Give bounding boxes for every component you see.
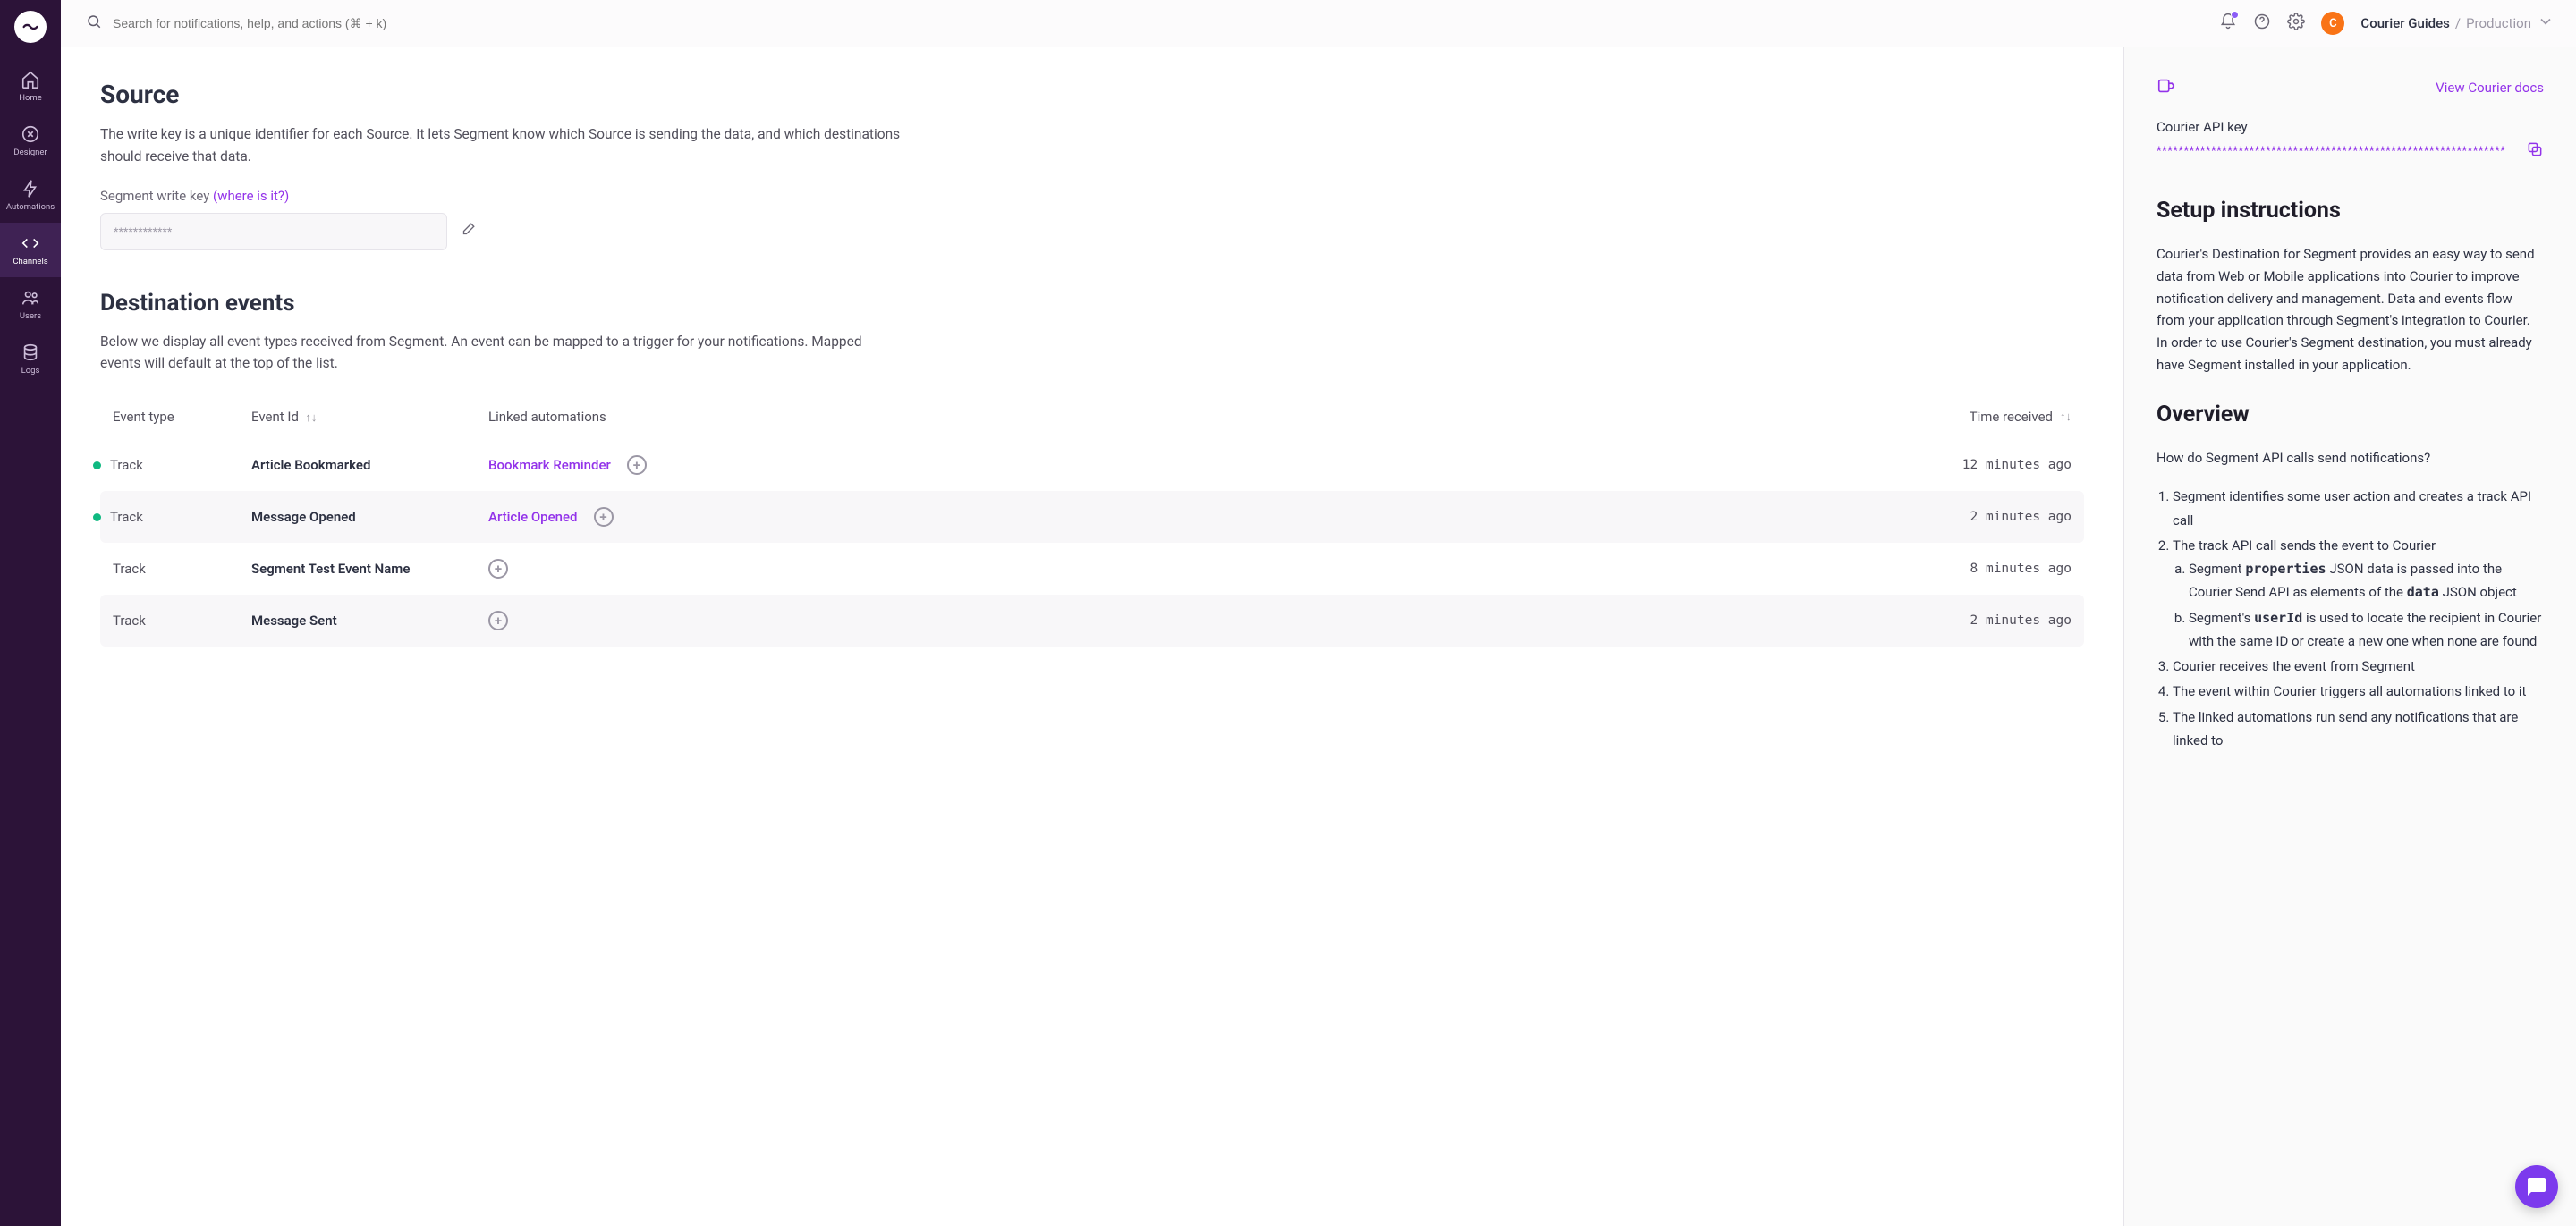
main-content: Source The write key is a unique identif… bbox=[61, 47, 2123, 1226]
intercom-launcher[interactable] bbox=[2515, 1165, 2558, 1208]
source-heading: Source bbox=[100, 80, 2084, 109]
table-row[interactable]: TrackSegment Test Event Name+8 minutes a… bbox=[100, 543, 2084, 595]
sidebar-item-label: Logs bbox=[21, 366, 40, 376]
cell-event-id: Article Bookmarked bbox=[251, 457, 488, 473]
sidebar-item-label: Users bbox=[20, 311, 41, 321]
add-automation-button[interactable]: + bbox=[488, 611, 508, 630]
view-docs-link[interactable]: View Courier docs bbox=[2436, 80, 2544, 96]
setup-description: Courier's Destination for Segment provid… bbox=[2157, 243, 2544, 376]
sort-icon: ↑↓ bbox=[305, 411, 317, 425]
sidebar-item-automations[interactable]: Automations bbox=[0, 168, 61, 223]
sidebar: Home Designer Automations Channels Users… bbox=[0, 0, 61, 1226]
sidebar-item-label: Channels bbox=[13, 257, 47, 266]
table-header: Event type Event Id ↑↓ Linked automation… bbox=[100, 394, 2084, 439]
col-time-received[interactable]: Time received↑↓ bbox=[1902, 409, 2072, 425]
write-key-label: Segment write key (where is it?) bbox=[100, 188, 2084, 204]
table-row[interactable]: TrackArticle BookmarkedBookmark Reminder… bbox=[100, 439, 2084, 491]
workspace-sep: / bbox=[2455, 15, 2461, 31]
cell-linked: Article Opened + bbox=[488, 507, 1902, 527]
cell-linked: + bbox=[488, 559, 1902, 579]
step-subitem: Segment's userId is used to locate the r… bbox=[2189, 606, 2544, 654]
table-row[interactable]: TrackMessage OpenedArticle Opened +2 minu… bbox=[100, 491, 2084, 543]
overview-heading: Overview bbox=[2157, 402, 2544, 427]
chevron-down-icon bbox=[2537, 13, 2555, 34]
events-heading: Destination events bbox=[100, 290, 2084, 317]
cell-linked: Bookmark Reminder + bbox=[488, 455, 1902, 475]
sidebar-item-channels[interactable]: Channels bbox=[0, 223, 61, 277]
integration-icon bbox=[2157, 76, 2176, 99]
linked-automation-link[interactable]: Article Opened bbox=[488, 509, 578, 525]
add-automation-button[interactable]: + bbox=[594, 507, 614, 527]
add-automation-button[interactable]: + bbox=[488, 559, 508, 579]
cell-time: 12 minutes ago bbox=[1902, 458, 2072, 472]
api-key-value: ****************************************… bbox=[2157, 145, 2513, 158]
cell-time: 2 minutes ago bbox=[1902, 510, 2072, 524]
step-subitem: Segment properties JSON data is passed i… bbox=[2189, 557, 2544, 605]
sidebar-item-designer[interactable]: Designer bbox=[0, 114, 61, 168]
col-event-type[interactable]: Event type bbox=[113, 409, 251, 425]
cell-time: 8 minutes ago bbox=[1902, 562, 2072, 576]
search-input[interactable] bbox=[113, 16, 470, 30]
app-logo[interactable] bbox=[14, 11, 47, 43]
api-key-label: Courier API key bbox=[2157, 119, 2544, 135]
cell-event-type: Track bbox=[113, 457, 251, 473]
step-item: Segment identifies some user action and … bbox=[2173, 485, 2544, 532]
notifications-icon[interactable] bbox=[2219, 13, 2237, 34]
copy-icon[interactable] bbox=[2526, 140, 2544, 162]
notification-badge bbox=[2231, 11, 2239, 19]
topbar: C Courier Guides / Production bbox=[61, 0, 2576, 47]
search-icon bbox=[86, 13, 102, 33]
where-is-it-link[interactable]: (where is it?) bbox=[213, 188, 289, 204]
col-event-id[interactable]: Event Id ↑↓ bbox=[251, 409, 488, 425]
add-automation-button[interactable]: + bbox=[627, 455, 647, 475]
cell-linked: + bbox=[488, 611, 1902, 630]
workspace-env: Production bbox=[2466, 15, 2531, 31]
setup-heading: Setup instructions bbox=[2157, 198, 2544, 224]
table-row[interactable]: TrackMessage Sent+2 minutes ago bbox=[100, 595, 2084, 647]
sidebar-item-logs[interactable]: Logs bbox=[0, 332, 61, 386]
help-icon[interactable] bbox=[2253, 13, 2271, 34]
events-description: Below we display all event types receive… bbox=[100, 331, 905, 376]
col-linked-automations[interactable]: Linked automations bbox=[488, 409, 1902, 425]
cell-event-id: Message Sent bbox=[251, 613, 488, 629]
cell-event-type: Track bbox=[113, 509, 251, 525]
status-dot bbox=[93, 461, 101, 469]
settings-icon[interactable] bbox=[2287, 13, 2305, 34]
sidebar-item-label: Automations bbox=[6, 202, 55, 212]
cell-time: 2 minutes ago bbox=[1902, 613, 2072, 628]
cell-event-type: Track bbox=[113, 613, 251, 629]
sort-icon: ↑↓ bbox=[2060, 410, 2072, 424]
avatar[interactable]: C bbox=[2321, 12, 2344, 35]
workspace-switcher[interactable]: Courier Guides / Production bbox=[2360, 13, 2555, 34]
setup-panel: View Courier docs Courier API key ******… bbox=[2123, 47, 2576, 1226]
overview-steps: Segment identifies some user action and … bbox=[2157, 485, 2544, 752]
cell-event-type: Track bbox=[113, 561, 251, 577]
cell-event-id: Segment Test Event Name bbox=[251, 561, 488, 577]
events-table: Event type Event Id ↑↓ Linked automation… bbox=[100, 394, 2084, 647]
workspace-name: Courier Guides bbox=[2360, 15, 2449, 31]
step-item: Courier receives the event from Segment bbox=[2173, 655, 2544, 678]
status-dot bbox=[93, 513, 101, 521]
step-item: The linked automations run send any noti… bbox=[2173, 706, 2544, 753]
step-item: The event within Courier triggers all au… bbox=[2173, 680, 2544, 703]
overview-question: How do Segment API calls send notificati… bbox=[2157, 447, 2544, 469]
sidebar-item-users[interactable]: Users bbox=[0, 277, 61, 332]
cell-event-id: Message Opened bbox=[251, 509, 488, 525]
linked-automation-link[interactable]: Bookmark Reminder bbox=[488, 457, 611, 473]
sidebar-item-home[interactable]: Home bbox=[0, 59, 61, 114]
sidebar-item-label: Home bbox=[19, 93, 42, 103]
step-item: The track API call sends the event to Co… bbox=[2173, 534, 2544, 653]
edit-icon[interactable] bbox=[460, 222, 476, 241]
sidebar-item-label: Designer bbox=[13, 148, 47, 157]
source-description: The write key is a unique identifier for… bbox=[100, 123, 905, 168]
segment-write-key-input[interactable] bbox=[100, 213, 447, 250]
